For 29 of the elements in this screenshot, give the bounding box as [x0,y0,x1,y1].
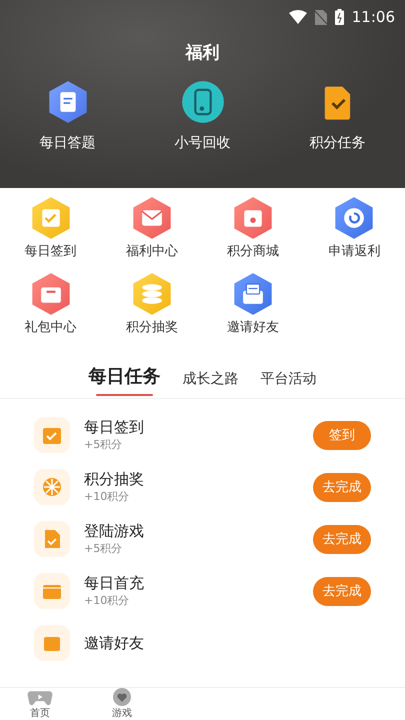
task-points: +10积分 [84,593,130,608]
menu-item-label[interactable]: 礼包中心 [24,318,77,336]
task-title: 每日签到 [84,418,145,437]
menu-item-label[interactable]: 每日签到 [24,242,77,260]
shortcut-label[interactable]: 每日答题 [40,134,96,152]
task-points: +5积分 [84,437,124,452]
task-title: 每日首充 [84,574,145,593]
nav-tab[interactable]: 首页 [14,688,66,720]
battery-icon [334,9,344,25]
wifi-icon [288,10,307,24]
status-time: 11:06 [352,8,395,26]
menu-item-label[interactable]: 邀请好友 [227,318,280,336]
menu-item-label[interactable]: 积分抽奖 [126,318,178,336]
nav-tab[interactable]: 游戏 [96,688,148,720]
tab[interactable]: 平台活动 [260,370,316,392]
menu-item-label[interactable]: 申请返利 [328,242,380,260]
shortcut-label[interactable]: 积分任务 [310,134,366,152]
task-title: 邀请好友 [84,634,145,652]
phone-icon [180,80,224,124]
task-title: 登陆游戏 [84,522,145,541]
task-title: 积分抽奖 [84,470,145,489]
tab[interactable]: 成长之路 [182,370,238,392]
task-points: +5积分 [84,541,124,556]
shortcut-label[interactable]: 小号回收 [174,134,230,152]
task-points: +10积分 [84,489,130,504]
menu-item-label[interactable]: 福利中心 [126,242,178,260]
page-title: 福利 [186,42,220,64]
no-sim-icon [314,10,327,24]
menu-item-label[interactable]: 积分商城 [227,242,280,260]
